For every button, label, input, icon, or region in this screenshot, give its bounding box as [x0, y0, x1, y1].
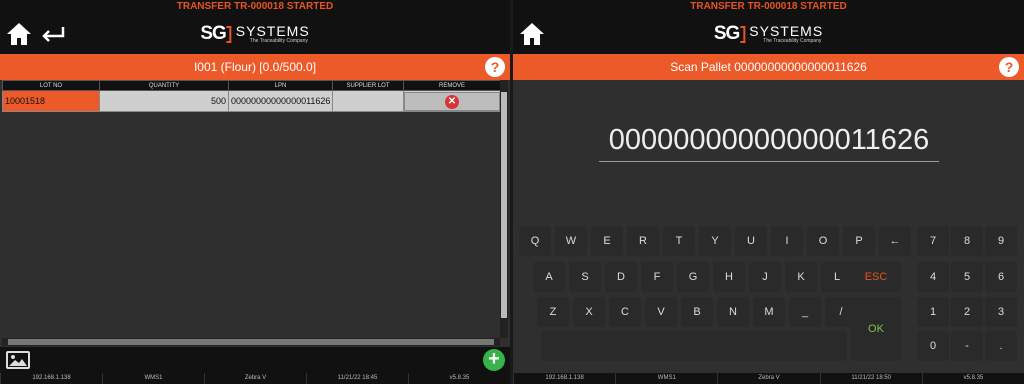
numpad-key-2[interactable]: 2 — [951, 297, 983, 327]
key-v[interactable]: V — [645, 297, 677, 327]
key-dot[interactable]: . — [985, 331, 1017, 361]
key-k[interactable]: K — [785, 262, 817, 292]
status-datetime: 11/21/22 18:50 — [819, 373, 922, 384]
status-ip: 192.168.1.138 — [513, 373, 615, 384]
numpad-key-7[interactable]: 7 — [917, 226, 949, 256]
key-e[interactable]: E — [591, 226, 623, 256]
space-key[interactable] — [541, 331, 847, 361]
numpad-key-6[interactable]: 6 — [985, 262, 1017, 292]
page-title: I001 (Flour) [0.0/500.0] ? — [0, 54, 510, 80]
key-q[interactable]: Q — [519, 226, 551, 256]
input-underline — [599, 161, 939, 162]
cell-remove: ✕ — [403, 90, 501, 112]
top-bar: SG SYSTEMS The Traceability Company — [513, 13, 1024, 54]
status-datetime: 11/21/22 18:45 — [306, 373, 408, 384]
numpad-key-9[interactable]: 9 — [985, 226, 1017, 256]
numpad-key-4[interactable]: 4 — [917, 262, 949, 292]
key-f[interactable]: F — [641, 262, 673, 292]
key-c[interactable]: C — [609, 297, 641, 327]
status-site: WMS1 — [102, 373, 204, 384]
key-d[interactable]: D — [605, 262, 637, 292]
col-header-supplier-lot[interactable]: SUPPLIER LOT — [332, 80, 404, 91]
key-a[interactable]: A — [533, 262, 565, 292]
col-header-quantity[interactable]: QUANTITY — [99, 80, 229, 91]
numpad-key-3[interactable]: 3 — [985, 297, 1017, 327]
numpad-key-8[interactable]: 8 — [951, 226, 983, 256]
bottom-bar: + — [0, 347, 510, 373]
back-arrow-icon[interactable] — [40, 25, 66, 43]
key-o[interactable]: O — [807, 226, 839, 256]
status-version: v5.8.35 — [921, 373, 1024, 384]
image-icon[interactable] — [6, 351, 30, 369]
key-g[interactable]: G — [677, 262, 709, 292]
close-icon: ✕ — [445, 94, 459, 109]
help-icon[interactable]: ? — [485, 57, 505, 77]
key-w[interactable]: W — [555, 226, 587, 256]
status-bar: 192.168.1.138 WMS1 Zebra V 11/21/22 18:5… — [513, 373, 1024, 384]
status-bar: 192.168.1.138 WMS1 Zebra V 11/21/22 18:4… — [0, 373, 510, 384]
status-ip: 192.168.1.138 — [0, 373, 102, 384]
status-version: v5.8.35 — [408, 373, 510, 384]
key-s[interactable]: S — [569, 262, 601, 292]
status-site: WMS1 — [615, 373, 717, 384]
transfer-banner: TRANSFER TR-000018 STARTED — [0, 0, 510, 13]
numpad-key-0[interactable]: 0 — [917, 331, 949, 361]
key-minus[interactable]: - — [951, 331, 983, 361]
scan-input[interactable]: 00000000000000011626 — [599, 124, 939, 157]
sg-systems-logo: SG SYSTEMS The Traceability Company — [200, 23, 310, 44]
numpad-key-1[interactable]: 1 — [917, 297, 949, 327]
lot-grid: LOT NO QUANTITY LPN SUPPLIER LOT REMOVE … — [2, 80, 501, 338]
key-m[interactable]: M — [753, 297, 785, 327]
cell-lpn[interactable]: 00000000000000011626 — [228, 90, 333, 112]
key-p[interactable]: P — [843, 226, 875, 256]
table-row[interactable]: 10001518 500 00000000000000011626 ✕ — [2, 90, 501, 112]
remove-button[interactable]: ✕ — [404, 91, 500, 111]
right-pane: TRANSFER TR-000018 STARTED SG SYSTEMS The… — [513, 0, 1024, 384]
key-j[interactable]: J — [749, 262, 781, 292]
key-u[interactable]: U — [735, 226, 767, 256]
key-h[interactable]: H — [713, 262, 745, 292]
col-header-remove[interactable]: REMOVE — [403, 80, 501, 91]
key-r[interactable]: R — [627, 226, 659, 256]
key-z[interactable]: Z — [537, 297, 569, 327]
horizontal-scrollbar[interactable] — [2, 338, 500, 346]
key-l[interactable]: L — [821, 262, 853, 292]
status-device: Zebra V — [717, 373, 819, 384]
key-y[interactable]: Y — [699, 226, 731, 256]
home-icon[interactable] — [519, 22, 545, 46]
help-icon[interactable]: ? — [999, 57, 1019, 77]
key-n[interactable]: N — [717, 297, 749, 327]
col-header-lot-no[interactable]: LOT NO — [2, 80, 100, 91]
transfer-banner: TRANSFER TR-000018 STARTED — [513, 0, 1024, 13]
page-title: Scan Pallet 00000000000000011626 ? — [513, 54, 1024, 80]
cell-lot-no[interactable]: 10001518 — [2, 90, 100, 112]
backspace-icon[interactable]: ← — [879, 226, 911, 256]
esc-button[interactable]: ESC — [851, 262, 901, 292]
numpad-key-5[interactable]: 5 — [951, 262, 983, 292]
status-device: Zebra V — [204, 373, 306, 384]
left-pane: TRANSFER TR-000018 STARTED SG SYSTEMS The… — [0, 0, 510, 384]
col-header-lpn[interactable]: LPN — [228, 80, 333, 91]
vertical-scrollbar[interactable] — [500, 80, 508, 338]
ok-button[interactable]: OK — [851, 297, 901, 361]
key-i[interactable]: I — [771, 226, 803, 256]
key-b[interactable]: B — [681, 297, 713, 327]
top-bar: SG SYSTEMS The Traceability Company — [0, 13, 510, 54]
home-icon[interactable] — [6, 22, 32, 46]
cell-quantity[interactable]: 500 — [99, 90, 229, 112]
add-icon[interactable]: + — [483, 349, 505, 371]
key-x[interactable]: X — [573, 297, 605, 327]
key-t[interactable]: T — [663, 226, 695, 256]
cell-supplier-lot[interactable] — [332, 90, 404, 112]
sg-systems-logo: SG SYSTEMS The Traceability Company — [713, 23, 824, 44]
key-underscore[interactable]: _ — [789, 297, 821, 327]
